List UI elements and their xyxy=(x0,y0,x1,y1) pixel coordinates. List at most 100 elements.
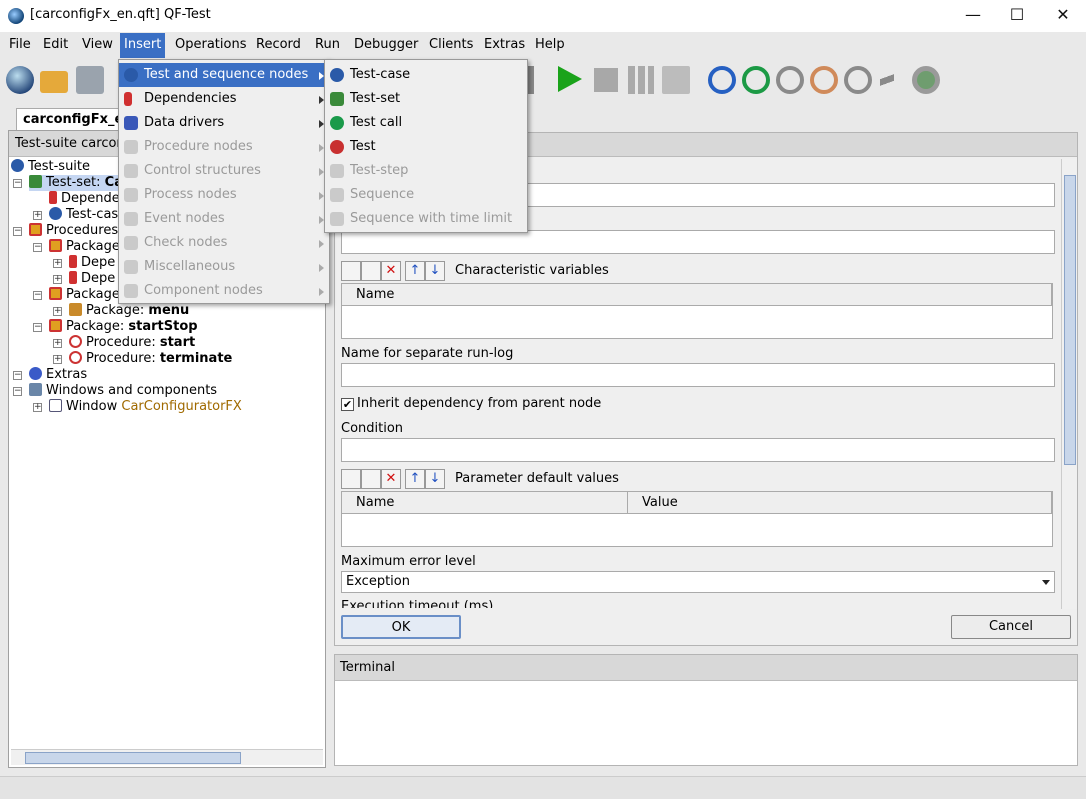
menu-item-event-nodes: Event nodes xyxy=(119,207,329,231)
breakpoint-icon[interactable] xyxy=(912,66,940,94)
terminal-header: Terminal xyxy=(335,655,1077,681)
close-button[interactable]: ✕ xyxy=(1040,0,1086,32)
tree-node-windows-components[interactable]: Windows and components xyxy=(29,383,217,399)
tree-node-procedure-terminate[interactable]: Procedure: terminate xyxy=(69,351,232,367)
condition-field[interactable] xyxy=(341,438,1055,462)
collapse-toggle[interactable]: − xyxy=(33,291,42,300)
chevron-right-icon xyxy=(319,264,324,272)
collapse-toggle[interactable]: − xyxy=(13,387,22,396)
id-field[interactable] xyxy=(341,230,1055,254)
collapse-toggle[interactable]: − xyxy=(33,243,42,252)
inherit-dependency-checkbox[interactable]: ✔ xyxy=(341,398,354,411)
menu-operations[interactable]: Operations xyxy=(171,36,250,56)
expand-toggle[interactable]: + xyxy=(33,211,42,220)
menu-item-test-call[interactable]: Test call xyxy=(325,111,527,135)
add-row-icon[interactable] xyxy=(341,261,361,281)
add-row-icon[interactable] xyxy=(341,469,361,489)
max-error-select[interactable]: Exception xyxy=(341,571,1055,593)
lightning-icon[interactable] xyxy=(880,66,894,94)
tree-node-procedures[interactable]: Procedures xyxy=(29,223,118,239)
collapse-toggle[interactable]: − xyxy=(13,371,22,380)
menu-help[interactable]: Help xyxy=(531,36,569,56)
minimize-button[interactable]: — xyxy=(950,0,996,32)
delete-row-icon[interactable]: ✕ xyxy=(381,469,401,489)
menu-insert[interactable]: Insert xyxy=(120,33,166,58)
collapse-toggle[interactable]: − xyxy=(13,179,22,188)
step-over-icon[interactable] xyxy=(742,66,770,94)
tree-node-dependency[interactable]: Depe xyxy=(69,255,115,271)
skip-out-icon[interactable] xyxy=(844,66,872,94)
procedure-icon xyxy=(124,140,138,154)
expand-toggle[interactable]: + xyxy=(53,355,62,364)
new-suite-icon[interactable] xyxy=(6,66,34,94)
tree-node-test-suite[interactable]: Test-suite xyxy=(11,159,90,175)
windows-icon xyxy=(29,383,42,396)
skip-over-icon[interactable] xyxy=(810,66,838,94)
save-icon[interactable] xyxy=(76,66,104,94)
move-up-icon[interactable]: ↑ xyxy=(405,469,425,489)
column-header-name[interactable]: Name xyxy=(342,492,628,514)
tree-node-test-set[interactable]: Test-set: Ca xyxy=(29,175,125,191)
edit-row-icon[interactable] xyxy=(361,469,381,489)
play-icon[interactable] xyxy=(558,66,582,92)
menu-item-test-set[interactable]: Test-set xyxy=(325,87,527,111)
tree-node-dependency[interactable]: Depende xyxy=(49,191,120,207)
collapse-toggle[interactable]: − xyxy=(33,323,42,332)
step-out-icon[interactable] xyxy=(776,66,804,94)
collapse-toggle[interactable]: − xyxy=(13,227,22,236)
expand-toggle[interactable]: + xyxy=(53,339,62,348)
tree-node-procedure-start[interactable]: Procedure: start xyxy=(69,335,195,351)
terminal-panel[interactable]: Terminal xyxy=(334,654,1078,766)
procedures-icon xyxy=(29,223,42,236)
menu-extras[interactable]: Extras xyxy=(480,36,529,56)
menu-file[interactable]: File xyxy=(5,36,35,56)
pause-icon[interactable] xyxy=(628,66,654,94)
execution-timeout-label: Execution timeout (ms) xyxy=(341,599,494,608)
move-down-icon[interactable]: ↓ xyxy=(425,261,445,281)
tree-node-test-case[interactable]: Test-cas xyxy=(49,207,118,223)
menu-view[interactable]: View xyxy=(78,36,117,56)
column-header-name[interactable]: Name xyxy=(342,284,1052,306)
runlog-name-field[interactable] xyxy=(341,363,1055,387)
cancel-button[interactable]: Cancel xyxy=(951,615,1071,639)
maximize-button[interactable]: ☐ xyxy=(994,0,1040,32)
menu-debugger[interactable]: Debugger xyxy=(350,36,422,56)
checklist-icon[interactable] xyxy=(662,66,690,94)
menu-record[interactable]: Record xyxy=(252,36,305,56)
tree-node-package[interactable]: Package xyxy=(49,239,120,255)
menu-run[interactable]: Run xyxy=(311,36,344,56)
tree-horizontal-scrollbar[interactable] xyxy=(11,749,323,765)
expand-toggle[interactable]: + xyxy=(53,275,62,284)
menu-item-data-drivers[interactable]: Data drivers xyxy=(119,111,329,135)
tree-node-package-menu[interactable]: Package: menu xyxy=(69,303,189,319)
menu-item-test-and-sequence-nodes[interactable]: Test and sequence nodes xyxy=(119,63,329,87)
move-up-icon[interactable]: ↑ xyxy=(405,261,425,281)
event-icon xyxy=(124,212,138,226)
tree-node-dependency[interactable]: Depe xyxy=(69,271,115,287)
edit-row-icon[interactable] xyxy=(361,261,381,281)
expand-toggle[interactable]: + xyxy=(53,307,62,316)
menu-clients[interactable]: Clients xyxy=(425,36,477,56)
tree-node-package[interactable]: Package xyxy=(49,287,120,303)
stop-icon[interactable] xyxy=(594,68,618,92)
menu-item-test[interactable]: Test xyxy=(325,135,527,159)
move-down-icon[interactable]: ↓ xyxy=(425,469,445,489)
expand-toggle[interactable]: + xyxy=(53,259,62,268)
open-folder-icon[interactable] xyxy=(40,71,68,93)
tree-node-extras[interactable]: Extras xyxy=(29,367,87,383)
details-vertical-scrollbar[interactable] xyxy=(1061,159,1077,609)
expand-toggle[interactable]: + xyxy=(33,403,42,412)
column-header-value[interactable]: Value xyxy=(628,492,1052,514)
scroll-thumb[interactable] xyxy=(1064,175,1076,465)
scroll-thumb[interactable] xyxy=(25,752,241,764)
tree-node-package-startstop[interactable]: Package: startStop xyxy=(49,319,198,335)
characteristic-variables-table[interactable]: Name xyxy=(341,283,1053,339)
ok-button[interactable]: OK xyxy=(341,615,461,639)
menu-item-test-case[interactable]: Test-case xyxy=(325,63,527,87)
tree-node-window[interactable]: Window CarConfiguratorFX xyxy=(49,399,242,415)
delete-row-icon[interactable]: ✕ xyxy=(381,261,401,281)
step-in-icon[interactable] xyxy=(708,66,736,94)
menu-edit[interactable]: Edit xyxy=(39,36,72,56)
parameter-defaults-table[interactable]: Name Value xyxy=(341,491,1053,547)
menu-item-dependencies[interactable]: Dependencies xyxy=(119,87,329,111)
